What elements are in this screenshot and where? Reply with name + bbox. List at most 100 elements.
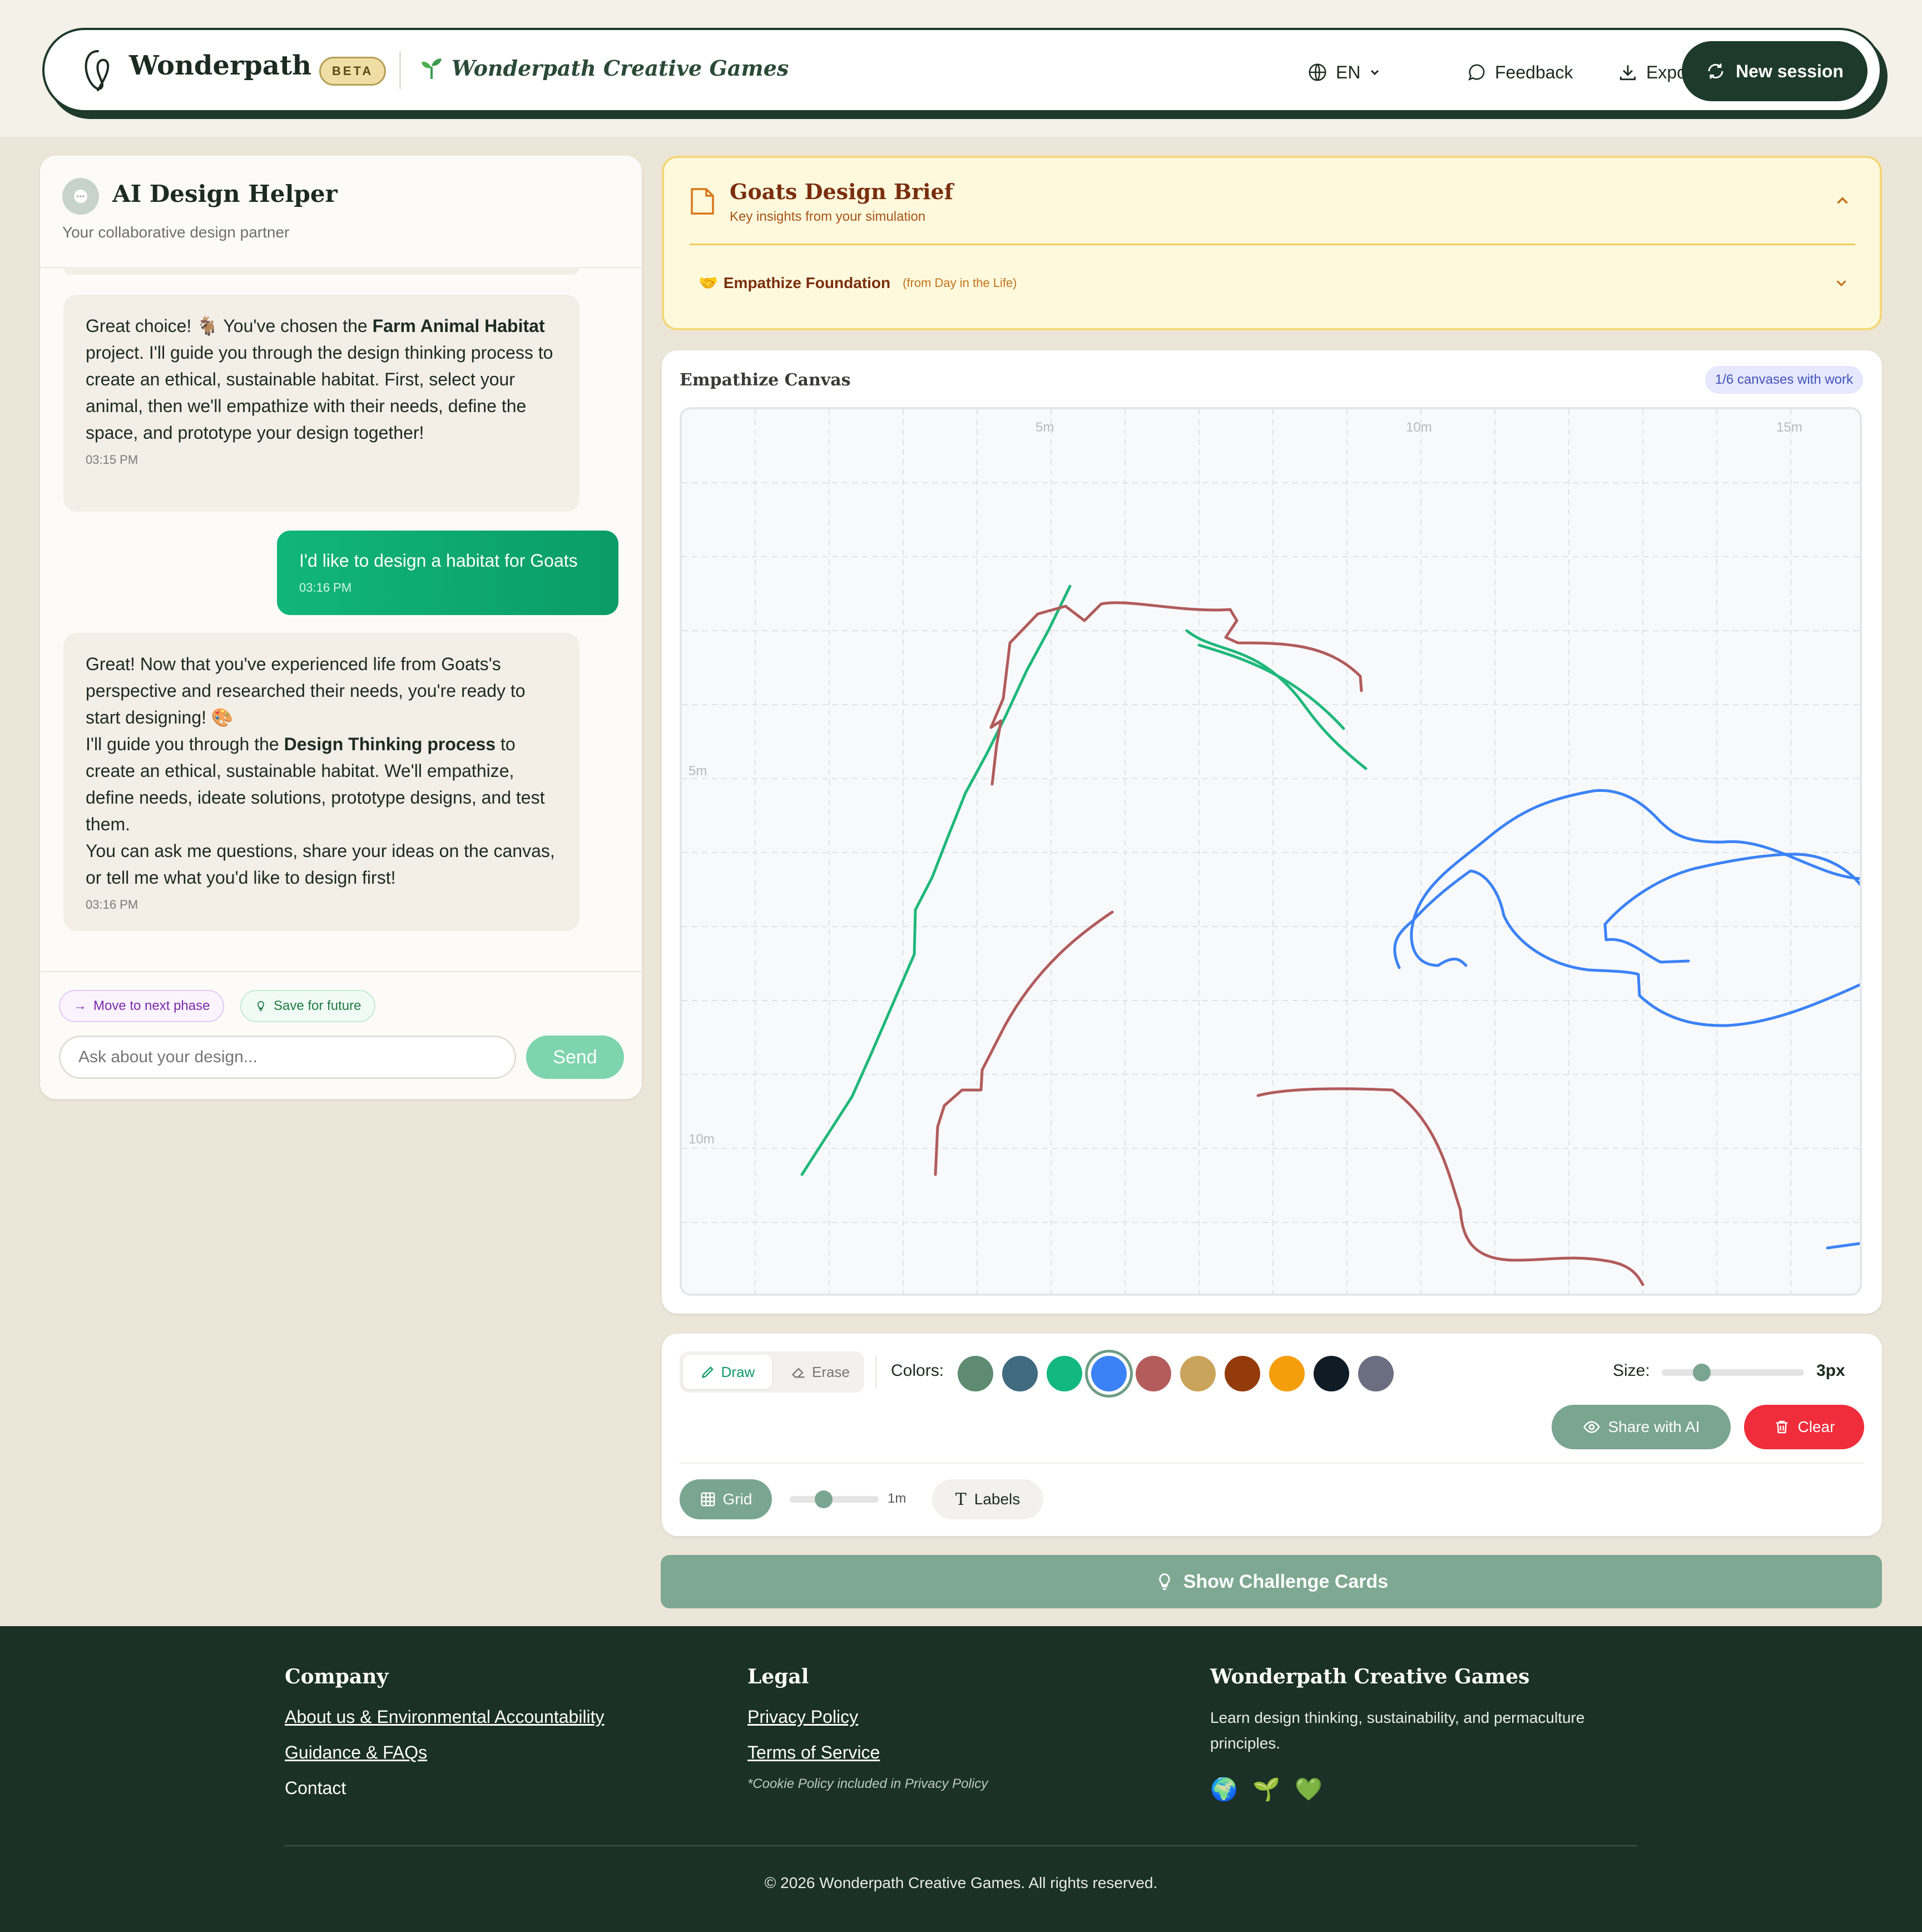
- labels-toggle-button[interactable]: T Labels: [932, 1479, 1043, 1519]
- chip-label: Save for future: [274, 998, 361, 1013]
- send-button[interactable]: Send: [526, 1036, 624, 1079]
- stroke-blue: [1826, 1242, 1860, 1250]
- feedback-button[interactable]: Feedback: [1466, 55, 1573, 90]
- canvas-title: Empathize Canvas: [680, 370, 851, 390]
- download-icon: [1619, 65, 1636, 81]
- move-next-phase-chip[interactable]: → Move to next phase: [59, 990, 225, 1022]
- chat-input[interactable]: [59, 1036, 516, 1079]
- ruler-y-label: 5m: [688, 764, 707, 779]
- grid-toggle-button[interactable]: Grid: [680, 1479, 772, 1519]
- feedback-label: Feedback: [1495, 62, 1573, 82]
- labels-label: Labels: [974, 1490, 1021, 1508]
- ruler-x-label: 15m: [1776, 420, 1802, 435]
- color-swatch[interactable]: [1047, 1356, 1082, 1391]
- color-swatch[interactable]: [1136, 1356, 1171, 1391]
- size-slider-thumb[interactable]: [1693, 1364, 1711, 1381]
- drawing-toolbar: Draw Erase Colors: Size: 3px Share with …: [662, 1334, 1882, 1536]
- footer-emojis: 🌍 🌱 💚: [1210, 1776, 1644, 1803]
- footer-link-privacy[interactable]: Privacy Policy: [747, 1705, 988, 1728]
- ruler-y-label: 10m: [688, 1132, 715, 1147]
- chat-message-user: I'd like to design a habitat for Goats 0…: [277, 531, 618, 615]
- stroke-red: [1256, 1087, 1644, 1286]
- canvas-drawing[interactable]: 5m 10m 15m 5m 10m: [682, 409, 1860, 1294]
- stroke-red: [934, 910, 1114, 1176]
- toolbar-divider: [875, 1356, 876, 1388]
- lightbulb-icon: [257, 1000, 264, 1012]
- erase-label: Erase: [812, 1363, 850, 1380]
- message-bold-text: Farm Animal Habitat: [372, 316, 545, 336]
- chat-subtitle: Your collaborative design partner: [62, 224, 290, 241]
- show-challenge-cards-button[interactable]: Show Challenge Cards: [661, 1555, 1882, 1608]
- message-text: Great! Now that you've experienced life …: [86, 654, 526, 727]
- erase-tool-button[interactable]: Erase: [780, 1355, 861, 1389]
- brief-divider: [690, 244, 1855, 245]
- footer-link-about[interactable]: About us & Environmental Accountability: [285, 1705, 605, 1728]
- message-timestamp: 03:15 PM: [86, 453, 138, 467]
- share-with-ai-button[interactable]: Share with AI: [1552, 1405, 1731, 1449]
- ruler-x-label: 5m: [1036, 420, 1054, 435]
- message-circle-icon: [1468, 64, 1485, 81]
- color-swatch[interactable]: [1180, 1356, 1216, 1391]
- globe-emoji-icon: 🌍: [1210, 1777, 1238, 1802]
- grid-size-value: 1m: [888, 1491, 906, 1506]
- stroke-green: [800, 584, 1072, 1176]
- pencil-icon: [701, 1366, 714, 1378]
- color-swatch[interactable]: [1225, 1356, 1260, 1391]
- chat-message-ai: Great choice! 🐐 You've chosen the Farm A…: [63, 295, 579, 512]
- draw-tool-button[interactable]: Draw: [683, 1355, 772, 1389]
- new-session-label: New session: [1736, 61, 1844, 81]
- challenge-label: Show Challenge Cards: [1183, 1571, 1389, 1592]
- language-label: EN: [1336, 62, 1361, 82]
- footer-link-guidance[interactable]: Guidance & FAQs: [285, 1741, 605, 1764]
- color-swatch[interactable]: [1091, 1356, 1127, 1391]
- footer-link-contact[interactable]: Contact: [285, 1776, 605, 1800]
- footer-heading: Wonderpath Creative Games: [1210, 1665, 1530, 1688]
- color-swatch[interactable]: [958, 1356, 993, 1391]
- chat-footer-divider: [40, 971, 642, 972]
- tool-toggle: Draw Erase: [680, 1351, 864, 1393]
- footer-company: Company About us & Environmental Account…: [285, 1665, 605, 1800]
- chevron-up-icon[interactable]: [1833, 191, 1852, 210]
- refresh-icon: [1708, 63, 1723, 79]
- eye-icon: [1583, 1421, 1600, 1433]
- color-swatch[interactable]: [1358, 1356, 1394, 1391]
- beta-badge: BETA: [319, 57, 387, 86]
- footer-brand: Wonderpath Creative Games Learn design t…: [1210, 1665, 1644, 1803]
- footer-heading: Company: [285, 1665, 389, 1688]
- previous-message-edge: [63, 267, 579, 275]
- canvas-grid: [682, 409, 1860, 1294]
- chevron-down-icon[interactable]: [1833, 275, 1850, 291]
- brief-item-empathize[interactable]: 🤝 Empathize Foundation (from Day in the …: [699, 274, 1017, 292]
- footer-link-terms[interactable]: Terms of Service: [747, 1741, 988, 1764]
- document-icon: [691, 188, 714, 215]
- toolbar-divider: [680, 1463, 1864, 1464]
- lightbulb-icon: [1158, 1573, 1170, 1590]
- chat-title: AI Design Helper: [112, 180, 338, 207]
- share-ai-label: Share with AI: [1608, 1418, 1700, 1435]
- ruler-x-label: 10m: [1406, 420, 1432, 435]
- stroke-blue: [1393, 869, 1860, 1027]
- color-swatch[interactable]: [1002, 1356, 1038, 1391]
- drawing-canvas[interactable]: 5m 10m 15m 5m 10m: [680, 407, 1862, 1296]
- brief-item-label: Empathize Foundation: [723, 274, 891, 291]
- grid-label: Grid: [722, 1490, 752, 1508]
- chat-avatar: [62, 178, 99, 215]
- new-session-button[interactable]: New session: [1682, 41, 1867, 101]
- grid-size-slider-track[interactable]: [790, 1496, 879, 1503]
- canvases-badge: 1/6 canvases with work: [1705, 366, 1863, 394]
- grid-icon: [701, 1492, 715, 1507]
- footer-divider: [285, 1845, 1637, 1846]
- language-selector[interactable]: EN: [1307, 55, 1381, 90]
- size-value: 3px: [1816, 1361, 1845, 1380]
- color-swatch[interactable]: [1269, 1356, 1305, 1391]
- save-for-future-chip[interactable]: Save for future: [240, 990, 376, 1022]
- design-brief-panel: Goats Design Brief Key insights from you…: [662, 156, 1882, 330]
- size-slider-track[interactable]: [1662, 1369, 1804, 1376]
- color-swatch[interactable]: [1314, 1356, 1349, 1391]
- brief-item-source: (from Day in the Life): [903, 275, 1017, 290]
- brief-subtitle: Key insights from your simulation: [730, 209, 926, 224]
- grid-size-slider-thumb[interactable]: [814, 1490, 833, 1508]
- clear-button[interactable]: Clear: [1744, 1405, 1864, 1449]
- message-timestamp: 03:16 PM: [299, 581, 352, 595]
- sprout-icon: [422, 58, 442, 79]
